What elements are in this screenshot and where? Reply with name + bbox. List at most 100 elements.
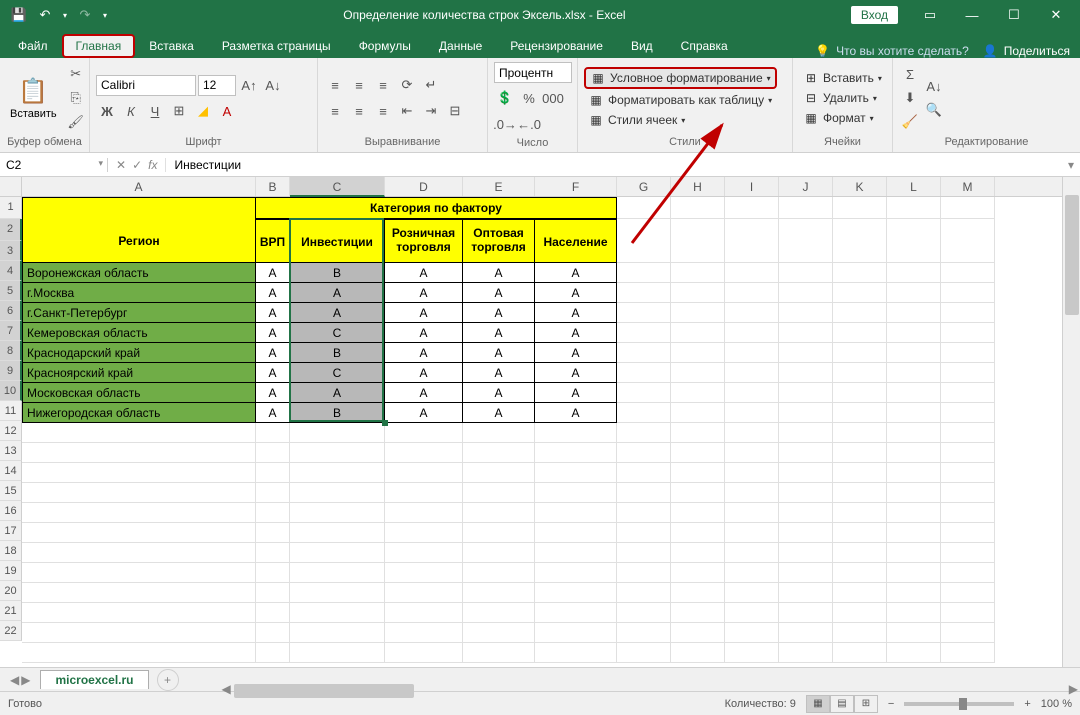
cell[interactable] [887, 563, 941, 583]
align-middle-icon[interactable]: ≡ [348, 74, 370, 96]
row-header-21[interactable]: 21 [0, 601, 22, 621]
cell[interactable] [617, 623, 671, 643]
align-bottom-icon[interactable]: ≡ [372, 74, 394, 96]
tab-formulas[interactable]: Формулы [345, 34, 425, 58]
cell[interactable] [779, 363, 833, 383]
cell[interactable] [725, 343, 779, 363]
cell[interactable] [385, 543, 463, 563]
cell[interactable] [779, 623, 833, 643]
cell[interactable] [887, 197, 941, 219]
bold-icon[interactable]: Ж [96, 100, 118, 122]
cell[interactable] [671, 623, 725, 643]
cell[interactable]: A [535, 323, 617, 343]
cell[interactable]: A [463, 283, 535, 303]
cell[interactable] [22, 197, 256, 219]
cell[interactable] [887, 583, 941, 603]
cell[interactable]: A [535, 383, 617, 403]
col-header-D[interactable]: D [385, 177, 463, 196]
cell[interactable]: A [256, 363, 290, 383]
cell[interactable]: г.Москва [22, 283, 256, 303]
minimize-icon[interactable]: — [952, 0, 992, 30]
cell[interactable]: A [463, 403, 535, 423]
normal-view-icon[interactable]: ▦ [806, 695, 830, 713]
tab-view[interactable]: Вид [617, 34, 667, 58]
cell[interactable] [671, 503, 725, 523]
cell[interactable] [941, 343, 995, 363]
cell[interactable]: Население [535, 219, 617, 263]
cell[interactable] [256, 583, 290, 603]
cell[interactable] [535, 583, 617, 603]
row-header-7[interactable]: 7 [0, 321, 22, 341]
cell[interactable] [535, 643, 617, 663]
cell[interactable] [617, 219, 671, 263]
cell[interactable]: Краснодарский край [22, 343, 256, 363]
cell[interactable] [725, 503, 779, 523]
cell[interactable] [617, 483, 671, 503]
cell[interactable] [833, 323, 887, 343]
col-header-C[interactable]: C [290, 177, 385, 197]
cell-styles-button[interactable]: ▦ Стили ячеек ▾ [584, 111, 689, 129]
align-top-icon[interactable]: ≡ [324, 74, 346, 96]
cell[interactable] [385, 643, 463, 663]
cell[interactable]: A [256, 323, 290, 343]
select-all-corner[interactable] [0, 177, 22, 196]
vertical-scrollbar[interactable] [1062, 177, 1080, 667]
cell[interactable] [887, 503, 941, 523]
cell[interactable] [671, 463, 725, 483]
cell[interactable] [671, 583, 725, 603]
cell[interactable] [725, 523, 779, 543]
cell[interactable]: A [463, 303, 535, 323]
tell-me-search[interactable]: 💡 Что вы хотите сделать? [815, 44, 969, 58]
cell[interactable]: A [535, 303, 617, 323]
cell[interactable] [385, 623, 463, 643]
increase-indent-icon[interactable]: ⇥ [420, 100, 442, 122]
format-cells-button[interactable]: ▦ Формат ▾ [799, 109, 878, 127]
zoom-slider[interactable] [904, 702, 1014, 706]
cell[interactable] [887, 363, 941, 383]
cell[interactable]: A [385, 263, 463, 283]
row-header-11[interactable]: 11 [0, 401, 22, 421]
cell[interactable] [833, 583, 887, 603]
cell[interactable] [779, 197, 833, 219]
increase-decimal-icon[interactable]: .0→ [494, 113, 516, 135]
cell[interactable] [535, 423, 617, 443]
close-icon[interactable]: ✕ [1036, 0, 1076, 30]
cell[interactable]: Розничная торговля [385, 219, 463, 263]
cell[interactable] [671, 363, 725, 383]
cell[interactable] [833, 263, 887, 283]
cell[interactable] [617, 263, 671, 283]
cell[interactable] [779, 463, 833, 483]
cell[interactable] [256, 623, 290, 643]
cell[interactable] [535, 483, 617, 503]
zoom-level[interactable]: 100 % [1041, 698, 1072, 710]
cell[interactable] [617, 383, 671, 403]
cell[interactable] [463, 503, 535, 523]
cell[interactable] [941, 303, 995, 323]
cell[interactable] [833, 423, 887, 443]
cell[interactable]: A [385, 343, 463, 363]
cell[interactable] [833, 603, 887, 623]
cell[interactable] [725, 623, 779, 643]
row-header-6[interactable]: 6 [0, 301, 22, 321]
cell[interactable]: Красноярский край [22, 363, 256, 383]
cell[interactable] [779, 219, 833, 263]
name-box[interactable]: C2 [0, 158, 108, 172]
row-header-9[interactable]: 9 [0, 361, 22, 381]
ribbon-display-icon[interactable]: ▭ [910, 0, 950, 30]
cell[interactable] [463, 423, 535, 443]
cell[interactable] [833, 543, 887, 563]
tab-review[interactable]: Рецензирование [496, 34, 617, 58]
sort-filter-icon[interactable]: A↓ [923, 75, 945, 97]
align-left-icon[interactable]: ≡ [324, 100, 346, 122]
cell[interactable] [833, 443, 887, 463]
tab-layout[interactable]: Разметка страницы [208, 34, 345, 58]
cell[interactable] [725, 603, 779, 623]
cell[interactable] [256, 643, 290, 663]
cell[interactable] [779, 643, 833, 663]
tab-data[interactable]: Данные [425, 34, 496, 58]
cell[interactable] [887, 623, 941, 643]
cell[interactable] [725, 423, 779, 443]
comma-icon[interactable]: 000 [542, 87, 564, 109]
row-header-19[interactable]: 19 [0, 561, 22, 581]
tab-home[interactable]: Главная [62, 34, 136, 58]
